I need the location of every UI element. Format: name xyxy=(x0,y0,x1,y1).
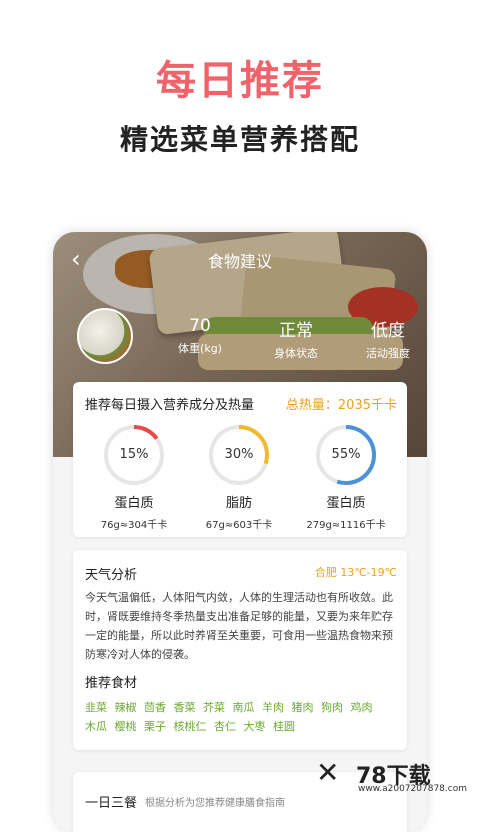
nutrition-card: 推荐每日摄入营养成分及热量 总热量：2035千卡 15% 30% 55% 蛋白质… xyxy=(73,382,407,537)
stat-label: 身体状态 xyxy=(274,347,318,360)
recommended-foods-list: 韭菜 辣椒 茴香 香菜 芥菜 南瓜 羊肉 猪肉 狗肉 鸡肉 木瓜 樱桃 栗子 核… xyxy=(85,698,385,736)
food-tag[interactable]: 香菜 xyxy=(174,701,196,714)
ring-protein: 15% xyxy=(103,424,165,486)
recommended-foods-title: 推荐食材 xyxy=(85,676,138,691)
food-tag[interactable]: 大枣 xyxy=(244,720,266,733)
food-tag[interactable]: 栗子 xyxy=(144,720,166,733)
stat-value: 正常 xyxy=(279,321,313,341)
food-tag[interactable]: 鸡肉 xyxy=(351,701,373,714)
food-tag[interactable]: 狗肉 xyxy=(321,701,343,714)
stat-activity: 低度 活动强度 xyxy=(343,316,427,361)
nutrient-name: 蛋白质 xyxy=(326,496,366,511)
nutrient-amount: 279g≈1116千卡 xyxy=(306,520,386,531)
ring-fat: 30% xyxy=(208,424,270,486)
food-tag[interactable]: 芥菜 xyxy=(203,701,225,714)
stat-body-status: 正常 身体状态 xyxy=(251,316,341,361)
ring-percent: 15% xyxy=(119,447,149,462)
ring-percent: 30% xyxy=(224,447,254,462)
nutrient-amount: 76g≈304千卡 xyxy=(100,520,168,531)
total-calories: 总热量：2035千卡 xyxy=(285,398,397,413)
weather-title: 天气分析 xyxy=(85,568,138,583)
weather-analysis-card: 天气分析 合肥 13℃-19℃ 今天气温偏低，人体阳气内敛，人体的生理活动也有所… xyxy=(73,550,407,750)
food-tag[interactable]: 杏仁 xyxy=(214,720,236,733)
ring-percent: 55% xyxy=(331,447,361,462)
food-tag[interactable]: 桂圆 xyxy=(273,720,295,733)
nutrient-amount: 67g≈603千卡 xyxy=(205,520,273,531)
food-tag[interactable]: 核桃仁 xyxy=(174,720,207,733)
stat-value: 低度 xyxy=(371,321,405,341)
nutrient-name: 蛋白质 xyxy=(114,496,154,511)
avatar[interactable] xyxy=(77,308,133,364)
promo-subheadline: 精选菜单营养搭配 xyxy=(119,123,360,156)
watermark-logo-icon: ✕ xyxy=(316,756,340,789)
ring-carbs: 55% xyxy=(315,424,377,486)
stat-label: 体重(kg) xyxy=(178,342,222,355)
location-temperature: 合肥 13℃-19℃ xyxy=(314,566,397,579)
meals-title: 一日三餐 xyxy=(85,796,138,811)
food-tag[interactable]: 茴香 xyxy=(144,701,166,714)
food-tag[interactable]: 木瓜 xyxy=(85,720,107,733)
weather-analysis-text: 今天气温偏低，人体阳气内敛，人体的生理活动也有所收敛。此时，肾既要维持冬季热量支… xyxy=(85,591,393,661)
watermark-url: www.a2007207878.com xyxy=(358,784,467,794)
phone-screen: ‹ 食物建议 70 体重(kg) 正常 身体状态 低度 活动强度 推荐每日摄入营… xyxy=(53,232,427,832)
stat-value: 70 xyxy=(189,316,211,336)
food-tag[interactable]: 韭菜 xyxy=(85,701,107,714)
food-tag[interactable]: 南瓜 xyxy=(233,701,255,714)
stat-label: 活动强度 xyxy=(366,347,410,360)
food-tag[interactable]: 樱桃 xyxy=(115,720,137,733)
promo-headline: 每日推荐 xyxy=(156,58,324,104)
food-tag[interactable]: 羊肉 xyxy=(262,701,284,714)
food-tag[interactable]: 辣椒 xyxy=(115,701,137,714)
watermark: ✕ 78下载 www.a2007207878.com xyxy=(316,754,476,798)
nutrient-name: 脂肪 xyxy=(225,496,252,511)
food-tag[interactable]: 猪肉 xyxy=(292,701,314,714)
stat-weight: 70 体重(kg) xyxy=(155,316,245,356)
meals-subtitle: 根据分析为您推荐健康膳食指南 xyxy=(145,798,285,809)
page-title: 食物建议 xyxy=(207,252,272,271)
nutrition-title: 推荐每日摄入营养成分及热量 xyxy=(85,398,255,413)
